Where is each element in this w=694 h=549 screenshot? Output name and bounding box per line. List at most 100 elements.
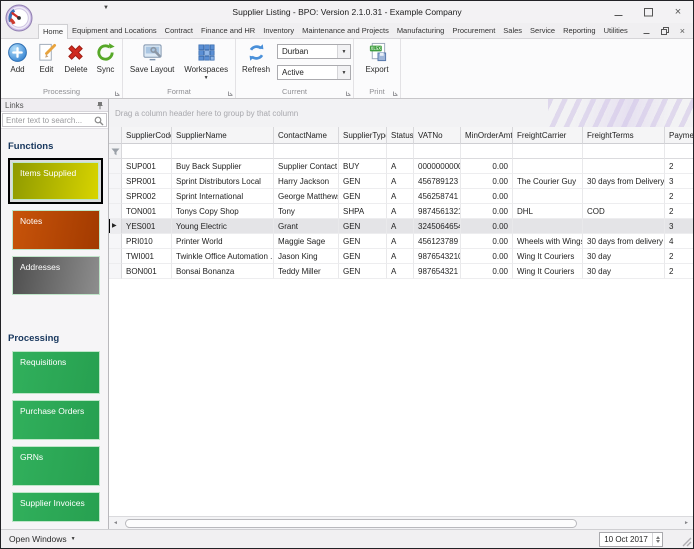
cell-paymen[interactable]: 2 (665, 159, 693, 174)
cell-status[interactable]: A (387, 264, 414, 279)
tab-sales[interactable]: Sales (499, 23, 526, 38)
cell-freightcarrier[interactable] (513, 189, 583, 204)
cell-status[interactable]: A (387, 159, 414, 174)
sidebar-button-purchase-orders[interactable]: Purchase Orders (12, 400, 100, 440)
column-header-suppliercode[interactable]: SupplierCode (122, 127, 172, 144)
cell-freightterms[interactable] (583, 159, 665, 174)
cell-status[interactable]: A (387, 174, 414, 189)
cell-vatno[interactable]: 0000000000 (414, 159, 461, 174)
add-button[interactable]: Add (4, 42, 30, 74)
cell-suppliername[interactable]: Twinkle Office Automation ... (172, 249, 274, 264)
filter-cell-paymen[interactable] (665, 144, 693, 159)
filter-cell-vatno[interactable] (414, 144, 461, 159)
minimize-button[interactable] (613, 7, 623, 17)
tab-contract[interactable]: Contract (161, 23, 197, 38)
cell-suppliercode[interactable]: SPR002 (122, 189, 172, 204)
maximize-button[interactable] (643, 7, 653, 17)
cell-paymen[interactable]: 3 (665, 219, 693, 234)
cell-status[interactable]: A (387, 189, 414, 204)
scroll-right-icon[interactable]: ► (680, 520, 693, 526)
horizontal-scrollbar[interactable]: ◄ ► (109, 516, 693, 529)
search-input[interactable] (2, 113, 107, 127)
mdi-close-button[interactable]: × (680, 27, 685, 35)
cell-status[interactable]: A (387, 249, 414, 264)
cell-suppliername[interactable]: Tonys Copy Shop (172, 204, 274, 219)
table-row-bon001[interactable]: BON001Bonsai BonanzaTeddy MillerGENA9876… (109, 264, 693, 279)
cell-vatno[interactable]: 987654321 (414, 264, 461, 279)
cell-suppliercode[interactable]: SUP001 (122, 159, 172, 174)
cell-paymen[interactable]: 2 (665, 189, 693, 204)
cell-contactname[interactable]: George Matthews (274, 189, 339, 204)
column-header-vatno[interactable]: VATNo (414, 127, 461, 144)
cell-suppliername[interactable]: Sprint International (172, 189, 274, 204)
cell-freightterms[interactable]: 30 day (583, 264, 665, 279)
filter-cell-status[interactable] (387, 144, 414, 159)
grid-group-panel[interactable]: Drag a column header here to group by th… (109, 99, 693, 127)
cell-contactname[interactable]: Supplier Contact (274, 159, 339, 174)
cell-freightterms[interactable]: COD (583, 204, 665, 219)
scrollbar-thumb[interactable] (125, 519, 577, 528)
cell-minorderamt[interactable]: 0.00 (461, 204, 513, 219)
filter-cell-contactname[interactable] (274, 144, 339, 159)
cell-paymen[interactable]: 2 (665, 249, 693, 264)
cell-freightcarrier[interactable] (513, 219, 583, 234)
group-dialog-launcher-icon[interactable] (228, 91, 233, 96)
save-layout-button[interactable]: Save Layout (128, 42, 176, 74)
cell-status[interactable]: A (387, 234, 414, 249)
resize-grip-icon[interactable] (681, 536, 692, 547)
tab-manufacturing[interactable]: Manufacturing (393, 23, 449, 38)
column-header-freightterms[interactable]: FreightTerms (583, 127, 665, 144)
table-row-yes001[interactable]: ▶YES001Young ElectricGrantGENA3245064654… (109, 219, 693, 234)
table-row-spr001[interactable]: SPR001Sprint Distributors LocalHarry Jac… (109, 174, 693, 189)
cell-freightterms[interactable] (583, 219, 665, 234)
cell-contactname[interactable]: Teddy Miller (274, 264, 339, 279)
column-header-paymen[interactable]: Paymen (665, 127, 693, 144)
filter-cell-suppliertype[interactable] (339, 144, 387, 159)
cell-suppliertype[interactable]: GEN (339, 264, 387, 279)
cell-vatno[interactable]: 9874561321 (414, 204, 461, 219)
scrollbar-track[interactable] (122, 518, 680, 529)
cell-vatno[interactable]: 456123789 (414, 234, 461, 249)
column-header-status[interactable]: Status (387, 127, 414, 144)
filter-cell-suppliername[interactable] (172, 144, 274, 159)
cell-suppliercode[interactable]: TON001 (122, 204, 172, 219)
cell-suppliertype[interactable]: GEN (339, 189, 387, 204)
edit-button[interactable]: Edit (33, 42, 59, 74)
table-row-spr002[interactable]: SPR002Sprint InternationalGeorge Matthew… (109, 189, 693, 204)
sidebar-button-grns[interactable]: GRNs (12, 446, 100, 486)
cell-contactname[interactable]: Maggie Sage (274, 234, 339, 249)
sidebar-button-supplier-invoices[interactable]: Supplier Invoices (12, 492, 100, 522)
cell-freightterms[interactable]: 30 day (583, 249, 665, 264)
site-select[interactable]: Durban ▼ (277, 44, 351, 59)
tab-home[interactable]: Home (38, 24, 68, 39)
app-logo-icon[interactable] (5, 4, 33, 32)
export-button[interactable]: XLSX Export (363, 42, 390, 74)
table-row-ton001[interactable]: TON001Tonys Copy ShopTonySHPAA9874561321… (109, 204, 693, 219)
refresh-button[interactable]: Refresh (240, 42, 272, 74)
tab-service[interactable]: Service (526, 23, 559, 38)
cell-freightterms[interactable]: 30 days from delivery (583, 234, 665, 249)
cell-status[interactable]: A (387, 219, 414, 234)
cell-freightcarrier[interactable]: Wing It Couriers (513, 264, 583, 279)
status-select[interactable]: Active ▼ (277, 65, 351, 80)
cell-suppliercode[interactable]: PRI010 (122, 234, 172, 249)
cell-paymen[interactable]: 3 (665, 174, 693, 189)
cell-minorderamt[interactable]: 0.00 (461, 249, 513, 264)
column-header-contactname[interactable]: ContactName (274, 127, 339, 144)
cell-suppliername[interactable]: Printer World (172, 234, 274, 249)
cell-paymen[interactable]: 2 (665, 204, 693, 219)
table-row-pri010[interactable]: PRI010Printer WorldMaggie SageGENA456123… (109, 234, 693, 249)
tab-maintenance-and-projects[interactable]: Maintenance and Projects (298, 23, 393, 38)
cell-suppliertype[interactable]: GEN (339, 174, 387, 189)
cell-vatno[interactable]: 456258741 (414, 189, 461, 204)
cell-minorderamt[interactable]: 0.00 (461, 159, 513, 174)
cell-freightcarrier[interactable]: DHL (513, 204, 583, 219)
date-spinner[interactable] (652, 533, 662, 546)
cell-freightterms[interactable]: 30 days from Delivery (583, 174, 665, 189)
workspaces-button[interactable]: Workspaces ▼ (182, 42, 230, 81)
cell-suppliertype[interactable]: BUY (339, 159, 387, 174)
cell-paymen[interactable]: 4 (665, 234, 693, 249)
delete-button[interactable]: Delete (62, 42, 89, 74)
cell-vatno[interactable]: 3245064654 (414, 219, 461, 234)
cell-suppliername[interactable]: Sprint Distributors Local (172, 174, 274, 189)
